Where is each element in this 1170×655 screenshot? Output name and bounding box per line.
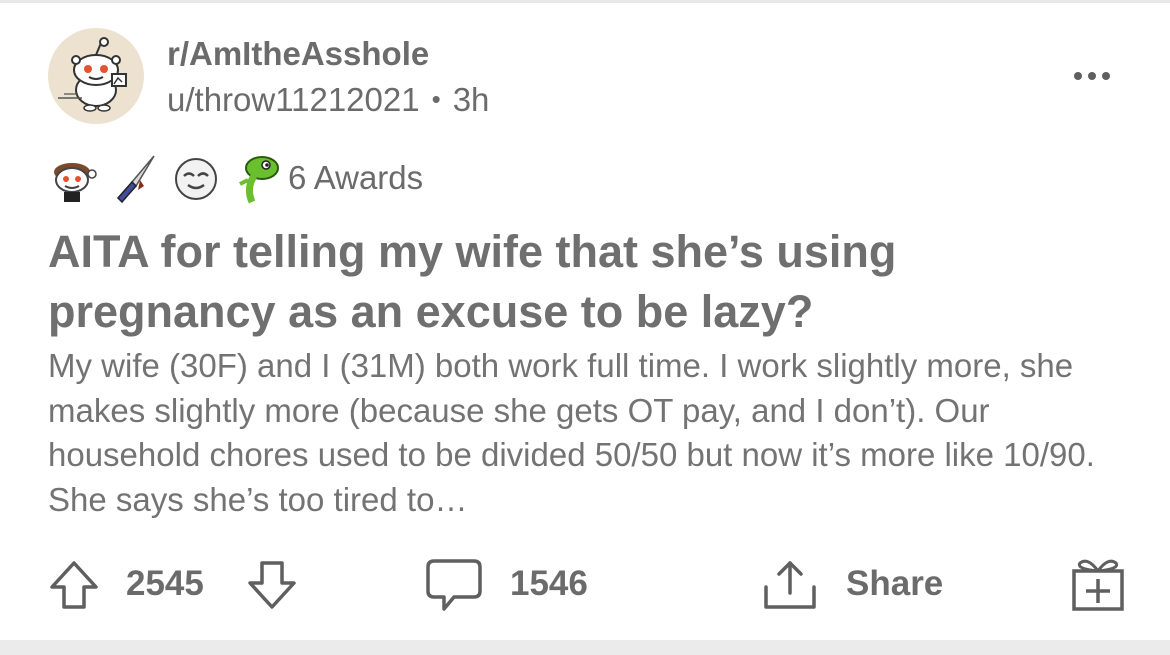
knife-award-icon — [116, 155, 155, 204]
snoo-avatar-icon — [58, 37, 127, 112]
share-icon — [764, 561, 816, 609]
snoo-award-icon — [54, 163, 97, 202]
subreddit-name[interactable]: r/AmItheAsshole — [167, 34, 429, 74]
gift-award-icon — [1072, 559, 1124, 611]
vote-controls: 2545 — [46, 555, 306, 613]
comment-count: 1546 — [510, 564, 588, 603]
wink-face-award-icon — [175, 158, 217, 200]
comment-bubble-icon — [426, 559, 482, 611]
share-label: Share — [846, 564, 944, 603]
post-title[interactable]: AITA for telling my wife that she’s usin… — [48, 222, 1128, 342]
comments-button[interactable]: 1546 — [424, 555, 624, 613]
more-options-button[interactable] — [1072, 66, 1112, 86]
give-award-button[interactable] — [1068, 555, 1128, 613]
lizard-award-icon — [239, 156, 279, 204]
awards-count[interactable]: 6 Awards — [288, 158, 423, 198]
subreddit-avatar[interactable] — [48, 28, 144, 124]
upvote-arrow-icon[interactable] — [46, 557, 102, 613]
top-divider — [0, 0, 1170, 3]
author-name[interactable]: u/throw11212021 — [167, 81, 420, 118]
upvote-count: 2545 — [126, 564, 204, 603]
share-button[interactable]: Share — [760, 555, 960, 613]
post-meta: u/throw11212021 • 3h — [167, 80, 489, 122]
downvote-arrow-icon[interactable] — [244, 557, 300, 613]
post-age: 3h — [452, 81, 490, 118]
post-body-preview[interactable]: My wife (30F) and I (31M) both work full… — [48, 344, 1138, 522]
meta-separator: • — [431, 84, 441, 114]
more-options-icon — [1074, 72, 1110, 80]
bottom-divider — [0, 640, 1170, 655]
